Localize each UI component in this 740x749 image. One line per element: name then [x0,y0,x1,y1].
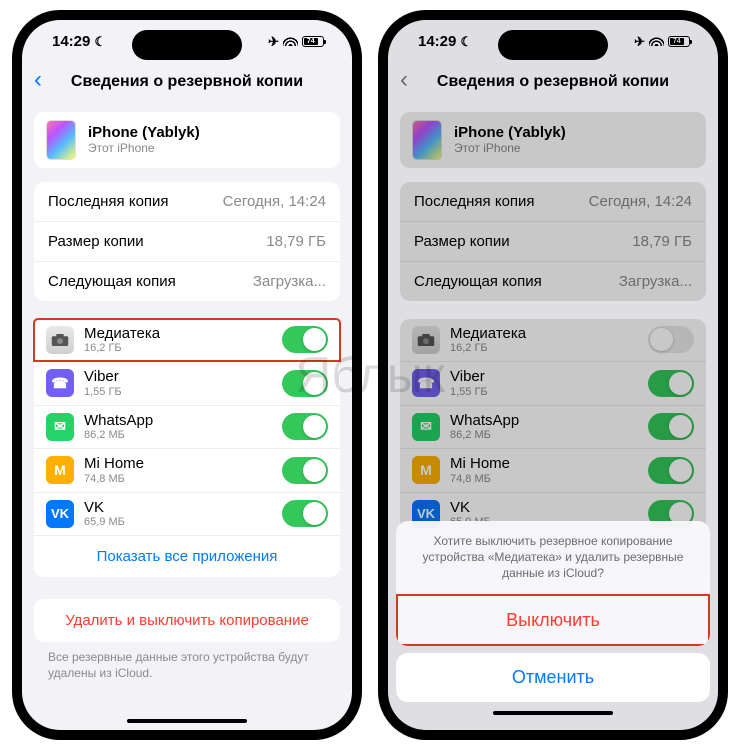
sheet-message: Хотите выключить резервное копирование у… [396,521,710,594]
status-bar: 14:29 ☾ 74 [22,20,352,64]
viber-icon: ☎ [46,369,74,397]
app-name: VK [84,500,272,517]
wifi-icon [283,33,298,50]
app-toggle[interactable] [282,326,328,353]
app-size: 74,8 МБ [84,473,272,485]
app-name: Mi Home [84,456,272,473]
app-row-mi: M Mi Home74,8 МБ [34,448,340,492]
backup-size-row: Размер копии18,79 ГБ [34,221,340,261]
app-toggle[interactable] [282,500,328,527]
app-row-vk: VKVK65,9 МБ [34,492,340,536]
footer-note: Все резервные данные этого устройства бу… [34,642,340,681]
last-backup-row: Последняя копияСегодня, 14:24 [34,182,340,221]
app-size: 86,2 МБ [84,429,272,441]
app-toggle[interactable] [282,457,328,484]
show-all-apps-button[interactable]: Показать все приложения [34,535,340,577]
backup-info-card: Последняя копияСегодня, 14:24 Размер коп… [34,182,340,301]
phone-left: 14:29 ☾ 74 ‹ Сведения о резервной копии … [12,10,362,740]
delete-backup-button[interactable]: Удалить и выключить копирование [34,599,340,642]
sheet-cancel-button[interactable]: Отменить [396,653,710,702]
app-size: 1,55 ГБ [84,386,272,398]
device-card: iPhone (Yablyk) Этот iPhone [34,112,340,168]
next-backup-row: Следующая копияЗагрузка... [34,261,340,301]
vk-icon: VK [46,500,74,528]
app-toggle[interactable] [282,370,328,397]
app-name: Медиатека [84,326,272,343]
app-size: 65,9 МБ [84,516,272,528]
phone-right: 14:29 ☾ 74 ‹ Сведения о резервной копии … [378,10,728,740]
page-title: Сведения о резервной копии [71,73,303,91]
sheet-turn-off-button[interactable]: Выключить [396,594,710,646]
app-size: 16,2 ГБ [84,342,272,354]
app-name: Viber [84,369,272,386]
apps-card: Медиатека16,2 ГБ ☎ Viber1,55 ГБ ✉ WhatsApp86… [34,319,340,578]
airplane-icon [268,33,279,50]
dnd-icon: ☾ [95,34,107,49]
device-sub: Этот iPhone [88,141,200,155]
nav-bar: ‹ Сведения о резервной копии [22,64,352,100]
device-icon [46,120,76,160]
wa-icon: ✉ [46,413,74,441]
photos-icon [46,326,74,354]
app-row-wa: ✉ WhatsApp86,2 МБ [34,405,340,449]
app-row-viber: ☎ Viber1,55 ГБ [34,361,340,405]
back-button[interactable]: ‹ [34,68,42,92]
battery-icon: 74 [302,36,324,47]
app-name: WhatsApp [84,413,272,430]
home-indicator [22,712,352,730]
app-toggle[interactable] [282,413,328,440]
mi-icon: M [46,456,74,484]
device-name: iPhone (Yablyk) [88,124,200,141]
status-time: 14:29 [52,33,90,50]
app-row-photos: Медиатека16,2 ГБ [34,319,340,362]
action-sheet: Хотите выключить резервное копирование у… [388,20,718,730]
